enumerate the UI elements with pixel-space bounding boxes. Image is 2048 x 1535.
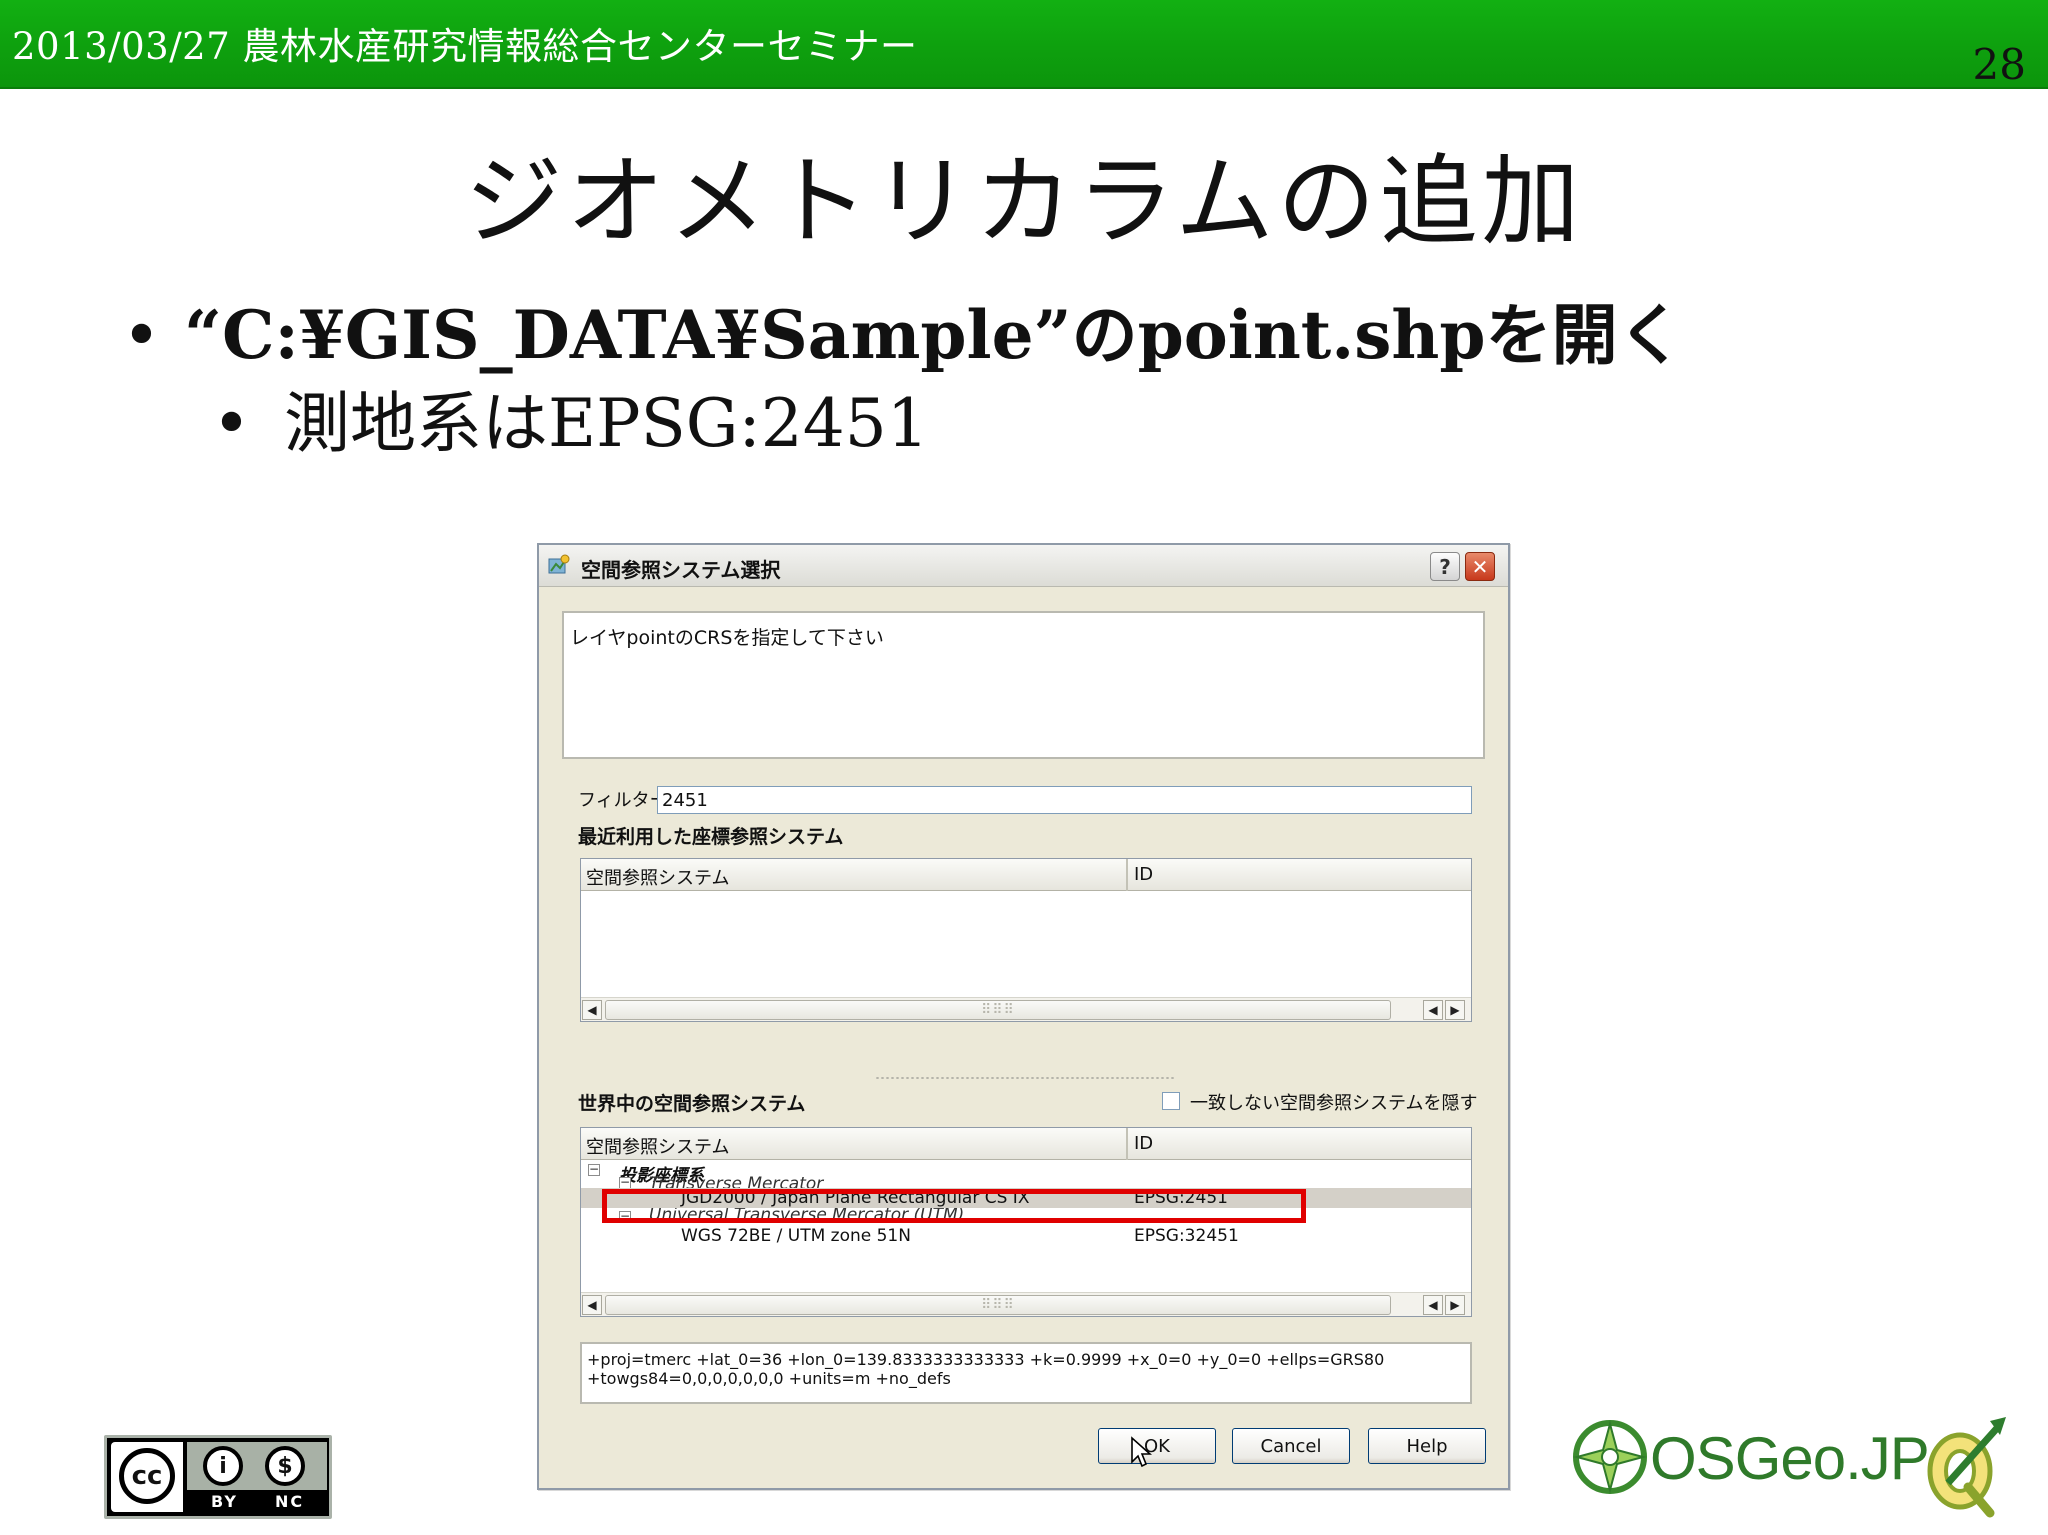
scroll-left-arrow[interactable]: ◀ xyxy=(1423,1000,1443,1020)
dialog-title: 空間参照システム選択 xyxy=(581,558,781,582)
osgeo-icon xyxy=(1573,1420,1647,1494)
osgeo-jp-logo: OSGeo.JP xyxy=(1565,1402,1930,1512)
scroll-right-arrow[interactable]: ▶ xyxy=(1445,1000,1465,1020)
world-crs-label: 世界中の空間参照システム xyxy=(578,1093,806,1115)
scroll-left-arrow[interactable]: ◀ xyxy=(582,1295,602,1315)
world-crs-scrollbar[interactable]: ◀ ⠿⠿⠿ ◀ ▶ xyxy=(581,1292,1471,1316)
splitter-handle[interactable] xyxy=(875,1076,1175,1080)
dialog-titlebar[interactable]: 空間参照システム選択 ? ✕ xyxy=(539,545,1508,587)
bullet-crs: • 測地系はEPSG:2451 xyxy=(212,370,929,466)
column-separator[interactable] xyxy=(1126,1128,1128,1160)
recent-crs-header: 空間参照システム ID xyxy=(581,859,1471,891)
bullet-dot: • xyxy=(212,385,251,462)
cc-icons-panel: i $ xyxy=(187,1442,327,1490)
help-button[interactable]: Help xyxy=(1368,1428,1486,1464)
by-icon: i xyxy=(203,1446,243,1486)
bullet-text: 測地系はEPSG:2451 xyxy=(284,385,929,462)
ok-button[interactable]: OK xyxy=(1098,1428,1216,1464)
instruction-message-box: レイヤpointのCRSを指定して下さい xyxy=(562,611,1485,759)
qgis-logo-icon xyxy=(1927,1417,2006,1518)
hide-unmatched-label[interactable]: 一致しない空間参照システムを隠す xyxy=(1190,1089,1477,1115)
slide-header-text: 2013/03/27 農林水産研究情報総合センターセミナー xyxy=(12,25,918,68)
page-number: 28 xyxy=(1972,40,2026,89)
recent-crs-table[interactable]: 空間参照システム ID ◀ ⠿⠿⠿ ◀ ▶ xyxy=(580,858,1472,1022)
qgis-app-icon xyxy=(548,554,570,574)
recent-crs-label: 最近利用した座標参照システム xyxy=(578,826,844,848)
scroll-thumb[interactable]: ⠿⠿⠿ xyxy=(605,1000,1391,1020)
scroll-right-arrow[interactable]: ▶ xyxy=(1445,1295,1465,1315)
scroll-left-arrow[interactable]: ◀ xyxy=(582,1000,602,1020)
bullet-dot: • xyxy=(122,297,161,374)
proj4-line: +proj=tmerc +lat_0=36 +lon_0=139.8333333… xyxy=(587,1350,1385,1369)
column-separator[interactable] xyxy=(1126,859,1128,891)
scroll-thumb[interactable]: ⠿⠿⠿ xyxy=(605,1295,1391,1315)
close-icon[interactable]: ✕ xyxy=(1465,552,1495,581)
mouse-cursor-icon xyxy=(1131,1436,1152,1468)
cc-panel: cc xyxy=(111,1442,183,1512)
cc-license-badge: cc i $ BY NC xyxy=(104,1435,332,1519)
column-header-id[interactable]: ID xyxy=(1134,864,1153,885)
cc-icon: cc xyxy=(119,1448,175,1504)
crs-selector-dialog: 空間参照システム選択 ? ✕ レイヤpointのCRSを指定して下さい フィルタ… xyxy=(537,543,1510,1490)
cancel-button[interactable]: Cancel xyxy=(1232,1428,1350,1464)
column-header-crs[interactable]: 空間参照システム xyxy=(586,864,729,890)
filter-label: フィルター xyxy=(578,790,668,811)
bullet-text: “C:¥GIS_DATA¥Sample”のpoint.shpを開く xyxy=(184,296,1684,374)
collapse-icon[interactable]: − xyxy=(619,1176,631,1188)
instruction-message: レイヤpointのCRSを指定して下さい xyxy=(570,627,884,649)
help-icon[interactable]: ? xyxy=(1430,552,1460,581)
crs-name: WGS 72BE / UTM zone 51N xyxy=(681,1226,911,1246)
proj4-definition-box: +proj=tmerc +lat_0=36 +lon_0=139.8333333… xyxy=(580,1342,1472,1404)
world-crs-header: 空間参照システム ID xyxy=(581,1128,1471,1160)
bullet-open-file: • “C:¥GIS_DATA¥Sample”のpoint.shpを開く xyxy=(122,282,1684,378)
scroll-left-arrow[interactable]: ◀ xyxy=(1423,1295,1443,1315)
osgeo-text: OSGeo.JP xyxy=(1650,1425,1930,1492)
nc-icon: $ xyxy=(265,1446,305,1486)
slide-title: ジオメトリカラムの追加 xyxy=(464,145,1584,259)
hide-unmatched-checkbox[interactable] xyxy=(1162,1092,1180,1110)
column-header-crs[interactable]: 空間参照システム xyxy=(586,1133,729,1159)
cc-nc-label: NC xyxy=(275,1492,305,1511)
column-header-id[interactable]: ID xyxy=(1134,1133,1153,1154)
recent-crs-scrollbar[interactable]: ◀ ⠿⠿⠿ ◀ ▶ xyxy=(581,997,1471,1021)
tree-node-label: Transverse Mercator xyxy=(649,1174,824,1188)
filter-input[interactable] xyxy=(657,786,1472,814)
crs-id: EPSG:32451 xyxy=(1134,1226,1239,1246)
tree-node-transverse-mercator[interactable]: − Transverse Mercator xyxy=(581,1174,1471,1188)
slide-header-bar: 2013/03/27 農林水産研究情報総合センターセミナー 28 xyxy=(0,0,2048,89)
selection-highlight-box xyxy=(602,1189,1306,1223)
cc-by-label: BY xyxy=(211,1492,238,1511)
proj4-line: +towgs84=0,0,0,0,0,0,0 +units=m +no_defs xyxy=(587,1369,951,1388)
tree-row-wgs72be[interactable]: WGS 72BE / UTM zone 51N EPSG:32451 xyxy=(581,1226,1471,1246)
